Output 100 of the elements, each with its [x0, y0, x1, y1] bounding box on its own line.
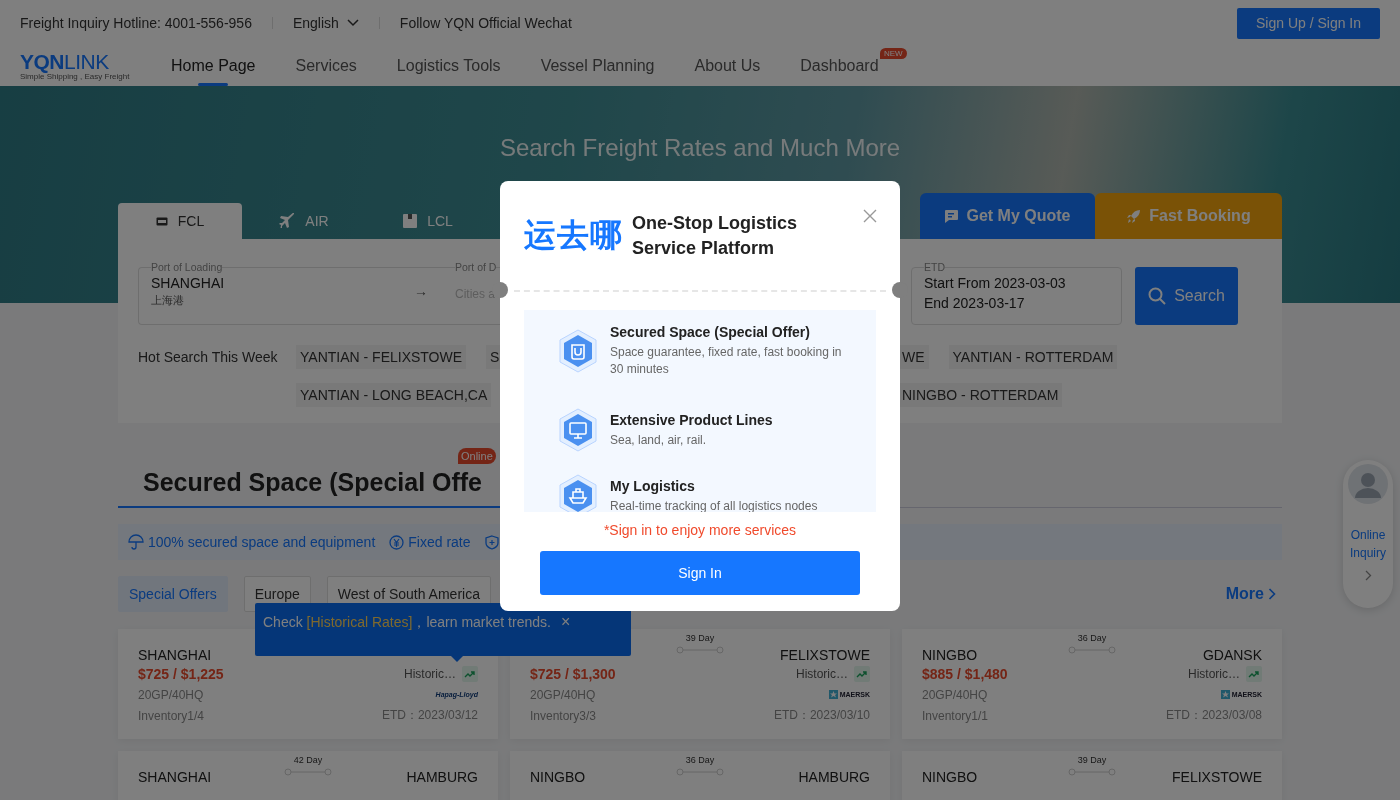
nav-item[interactable]: Services [295, 46, 357, 86]
etd-text: ETD：2023/03/10 [773, 707, 870, 724]
field-value: End 2023-03-17 [924, 294, 1026, 313]
hot-search-label: Hot Search This Week [138, 349, 279, 365]
more-link[interactable]: More [1225, 585, 1276, 603]
dialog-title: One-Stop Logistics Service Platform [632, 211, 798, 260]
mode-tab[interactable]: AIR [242, 203, 366, 239]
route-line-icon [1068, 646, 1116, 654]
etd-text: ETD：2023/03/08 [1165, 707, 1262, 724]
tooltip-text: Check [Historical Rates]，learn market trends. [263, 614, 551, 632]
get-quote-tab[interactable]: Get My Quote [920, 193, 1095, 239]
transit-days: 39 Day [685, 633, 715, 643]
yuan-icon [389, 534, 405, 550]
trend-up-icon[interactable] [462, 665, 478, 682]
historical-rates-link[interactable]: [Historical Rates] [306, 614, 413, 630]
route-chip[interactable]: YANTIAN - FELIXSTOWE [296, 345, 467, 369]
nav-item[interactable]: Logistics Tools [396, 46, 501, 86]
nav-item[interactable]: Home Page [171, 46, 256, 86]
monitor-icon [558, 408, 598, 452]
feature-text: Fixed rate [408, 534, 471, 550]
sign-up-button[interactable]: Sign Up / Sign In [1237, 7, 1380, 39]
chevron-right-icon [1268, 588, 1276, 600]
route-chip[interactable]: YANTIAN - LONG BEACH,CA [296, 383, 492, 407]
feature-description: Sea, land, air, rail. [610, 431, 708, 449]
historic-rates-link[interactable]: Historic… [404, 666, 456, 681]
mode-tab[interactable]: LCL [366, 203, 490, 239]
feature-description: Real-time tracking of all logistics nodes [610, 497, 818, 512]
field-label: ETD [924, 261, 945, 273]
destination-port: GDANSK [1202, 647, 1262, 663]
inventory-text: Inventory1/1 [922, 708, 989, 723]
transit-days: 36 Day [685, 755, 715, 765]
close-button[interactable]: × [560, 614, 571, 630]
route-chip[interactable]: YANTIAN - ROTTERDAM [948, 345, 1118, 369]
origin-port: SHANGHAI [138, 769, 212, 785]
historic-rates-link[interactable]: Historic… [1188, 666, 1240, 681]
route-line-icon [676, 646, 724, 654]
online-inquiry-text: Online Inquiry [1349, 527, 1387, 562]
origin-port: NINGBO [530, 769, 586, 785]
container-type: 20GP/40HQ [922, 687, 988, 702]
origin-port: NINGBO [922, 769, 978, 785]
trend-up-icon[interactable] [1246, 665, 1262, 682]
price-text: $725 / $1,225 [138, 665, 224, 682]
wechat-link[interactable]: Follow YQN Official Wechat [399, 15, 572, 31]
sign-in-notice: *Sign in to enjoy more services [602, 522, 798, 538]
chevron-right-icon [1364, 570, 1372, 581]
brand-logo: 运去哪 [524, 215, 623, 255]
hotline-text: Freight Inquiry Hotline: 4001-556-956 [20, 15, 252, 31]
transit-days: 36 Day [1077, 633, 1107, 643]
destination-port: HAMBURG [798, 769, 870, 785]
online-badge: Online [458, 448, 496, 464]
bag-icon [558, 329, 598, 373]
search-button[interactable]: Search [1135, 267, 1238, 325]
container-type: 20GP/40HQ [530, 687, 596, 702]
price-text: $725 / $1,300 [530, 665, 616, 682]
route-line-icon [676, 768, 724, 776]
feature-title: Extensive Product Lines [610, 411, 773, 428]
etd-field[interactable]: ETD Start From 2023-03-03 End 2023-03-17 [911, 261, 1122, 325]
plane-icon [279, 213, 296, 229]
destination-port: FELIXSTOWE [1172, 769, 1262, 785]
close-icon[interactable] [863, 209, 877, 223]
feature-text: 100% secured space and equipment [148, 534, 376, 550]
offer-card[interactable]: SHANGHAI 42 Day HAMBURG [118, 751, 498, 800]
nav-item[interactable]: Vessel Planning [540, 46, 655, 86]
transit-days: 39 Day [1077, 755, 1107, 765]
avatar-icon [1348, 464, 1388, 504]
mode-tab[interactable]: FCL [118, 203, 242, 239]
shield-icon [484, 534, 499, 550]
inventory-text: Inventory1/4 [138, 708, 205, 723]
route-line-icon [1068, 768, 1116, 776]
box-icon [403, 214, 418, 228]
price-text: $885 / $1,480 [922, 665, 1008, 682]
offer-card[interactable]: NINGBO 36 Day HAMBURG [510, 751, 890, 800]
region-filter[interactable]: Special Offers [118, 576, 228, 612]
origin-port: SHANGHAI [138, 647, 212, 663]
online-inquiry-widget[interactable]: Online Inquiry [1343, 460, 1393, 608]
nav-item[interactable]: About Us [694, 46, 761, 86]
historic-rates-link[interactable]: Historic… [796, 666, 848, 681]
route-chip[interactable]: WE [898, 345, 929, 369]
offer-card[interactable]: NINGBO 39 Day FELIXSTOWE [902, 751, 1282, 800]
field-value: Start From 2023-03-03 [924, 274, 1067, 293]
chevron-down-icon [346, 19, 359, 27]
transit-days: 42 Day [293, 755, 323, 765]
destination-port: FELIXSTOWE [780, 647, 870, 663]
feature-title: Secured Space (Special Offer) [610, 324, 811, 340]
feature-title: My Logistics [610, 477, 696, 494]
sign-in-button[interactable]: Sign In [540, 551, 860, 595]
route-line-icon [284, 768, 332, 776]
search-icon [1148, 287, 1167, 305]
route-chip[interactable]: NINGBO - ROTTERDAM [898, 383, 1063, 407]
language-selector[interactable]: English [292, 15, 359, 31]
logo[interactable]: YQNLINK Simple Shipping , Easy Freight [20, 46, 138, 86]
new-badge: NEW [879, 48, 907, 59]
container-type: 20GP/40HQ [138, 687, 204, 702]
chat-icon [944, 209, 959, 223]
inventory-text: Inventory3/3 [530, 708, 597, 723]
umbrella-icon [128, 534, 144, 550]
trend-up-icon[interactable] [854, 665, 870, 682]
container-icon [155, 216, 168, 226]
origin-port: NINGBO [922, 647, 978, 663]
destination-port: HAMBURG [406, 769, 478, 785]
